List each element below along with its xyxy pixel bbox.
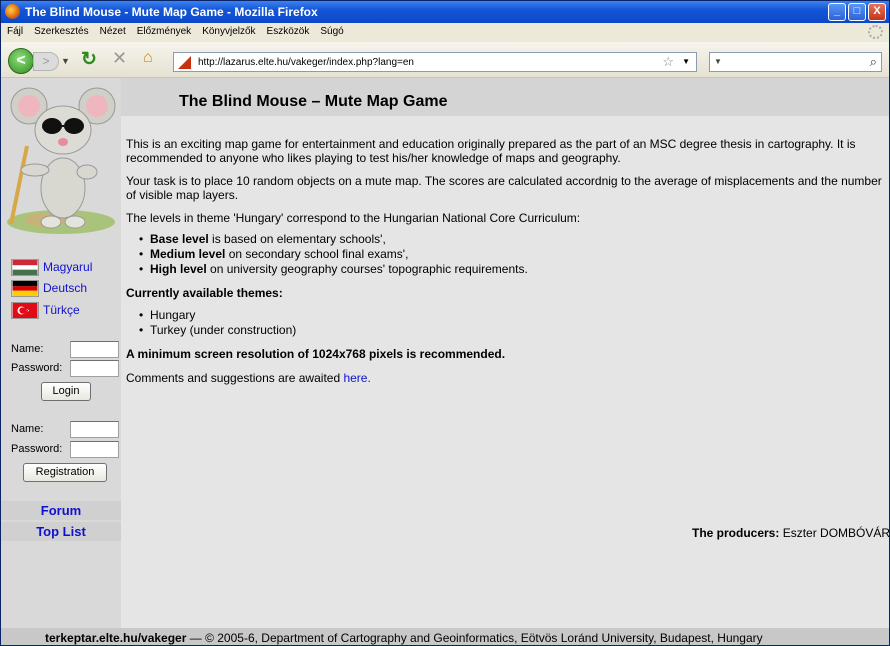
- intro-paragraph: This is an exciting map game for enterta…: [126, 137, 856, 165]
- address-bar[interactable]: http://lazarus.elte.hu/vakeger/index.php…: [173, 52, 697, 72]
- menu-bar: Fájl Szerkesztés Nézet Előzmények Könyvjelző…: [1, 23, 889, 42]
- login-button[interactable]: Login: [41, 382, 91, 401]
- list-item: Medium level on secondary school final e…: [139, 247, 886, 262]
- page-content: Magyarul Deutsch Türkçe Name: Password: …: [1, 78, 889, 645]
- search-bar[interactable]: ▼ ⌕: [709, 52, 882, 72]
- menu-view[interactable]: Nézet: [94, 23, 131, 37]
- themes-list: Hungary Turkey (under construction): [139, 308, 886, 338]
- registration-button[interactable]: Registration: [23, 463, 107, 482]
- close-button[interactable]: X: [868, 3, 886, 21]
- menu-bookmarks[interactable]: Könyvjelzők: [196, 23, 260, 37]
- hungary-flag-icon: [11, 259, 39, 276]
- levels-intro: The levels in theme 'Hungary' correspond…: [126, 211, 581, 225]
- language-hungarian[interactable]: Magyarul: [11, 256, 117, 276]
- themes-heading: Currently available themes:: [126, 286, 283, 300]
- navigation-toolbar: < > ▼ ↻ ✕ ⌂ http://lazarus.elte.hu/vakeg…: [1, 42, 889, 78]
- main-content: This is an exciting map game for enterta…: [126, 137, 889, 540]
- page-footer: terkeptar.elte.hu/vakeger — © 2005-6, De…: [1, 628, 889, 645]
- throbber-icon: [868, 25, 883, 39]
- registration-name-label: Name:: [11, 423, 44, 435]
- site-icon: [178, 56, 191, 69]
- login-password-label: Password:: [11, 362, 63, 374]
- search-engine-dropdown-icon[interactable]: ▼: [714, 57, 722, 66]
- address-input[interactable]: http://lazarus.elte.hu/vakeger/index.php…: [198, 57, 414, 68]
- list-item: Turkey (under construction): [139, 323, 886, 338]
- menu-help[interactable]: Súgó: [314, 23, 348, 37]
- top-list-link[interactable]: Top List: [1, 522, 121, 541]
- registration-name-input[interactable]: [70, 421, 119, 438]
- forum-link[interactable]: Forum: [1, 501, 121, 520]
- resolution-note: A minimum screen resolution of 1024x768 …: [126, 347, 506, 361]
- germany-flag-icon: [11, 280, 39, 297]
- minimize-button[interactable]: _: [828, 3, 846, 21]
- language-german[interactable]: Deutsch: [11, 277, 117, 297]
- menu-tools[interactable]: Eszközök: [261, 23, 315, 37]
- list-item: High level on university geography cours…: [139, 262, 886, 277]
- title-bar: The Blind Mouse - Mute Map Game - Mozill…: [1, 1, 889, 23]
- page-header: The Blind Mouse – Mute Map Game: [121, 78, 889, 116]
- registration-password-label: Password:: [11, 443, 63, 455]
- menu-edit[interactable]: Szerkesztés: [28, 23, 93, 37]
- language-hungarian-link[interactable]: Magyarul: [43, 260, 92, 274]
- list-item: Hungary: [139, 308, 886, 323]
- url-dropdown-icon[interactable]: ▼: [682, 57, 690, 66]
- menu-file[interactable]: Fájl: [1, 23, 28, 37]
- history-dropdown-icon[interactable]: ▼: [61, 56, 70, 66]
- forward-button[interactable]: >: [33, 52, 59, 71]
- comments-paragraph: Comments and suggestions are awaited her…: [126, 371, 371, 385]
- task-paragraph: Your task is to place 10 random objects …: [126, 174, 882, 202]
- language-turkish-link[interactable]: Türkçe: [43, 303, 80, 317]
- reload-icon[interactable]: ↻: [81, 48, 97, 71]
- login-password-input[interactable]: [70, 360, 119, 377]
- bookmark-star-icon[interactable]: ☆: [662, 54, 674, 70]
- login-name-label: Name:: [11, 343, 44, 355]
- comments-link[interactable]: here.: [343, 371, 370, 385]
- list-item: Base level is based on elementary school…: [139, 232, 886, 247]
- stop-icon[interactable]: ✕: [112, 48, 127, 69]
- sidebar: Magyarul Deutsch Türkçe Name: Password: …: [1, 78, 121, 628]
- producers-credit: The producers: Eszter DOMBÓVÁRI, Mátyás …: [692, 526, 889, 540]
- search-icon[interactable]: ⌕: [870, 54, 877, 70]
- home-icon[interactable]: ⌂: [143, 49, 153, 67]
- menu-history[interactable]: Előzmények: [131, 23, 196, 37]
- page-title: The Blind Mouse – Mute Map Game: [179, 93, 448, 110]
- footer-copyright: — © 2005-6, Department of Cartography an…: [186, 631, 763, 645]
- language-turkish[interactable]: Türkçe: [11, 299, 117, 319]
- blind-mouse-logo: [7, 87, 116, 234]
- language-german-link[interactable]: Deutsch: [43, 281, 87, 295]
- back-button[interactable]: <: [8, 48, 34, 74]
- login-name-input[interactable]: [70, 341, 119, 358]
- browser-window: The Blind Mouse - Mute Map Game - Mozill…: [0, 0, 890, 646]
- registration-password-input[interactable]: [70, 441, 119, 458]
- levels-list: Base level is based on elementary school…: [139, 232, 886, 277]
- footer-site: terkeptar.elte.hu/vakeger: [45, 631, 187, 645]
- maximize-button[interactable]: □: [848, 3, 866, 21]
- window-title: The Blind Mouse - Mute Map Game - Mozill…: [25, 5, 318, 19]
- firefox-logo-icon: [5, 4, 20, 19]
- turkey-flag-icon: [11, 302, 39, 319]
